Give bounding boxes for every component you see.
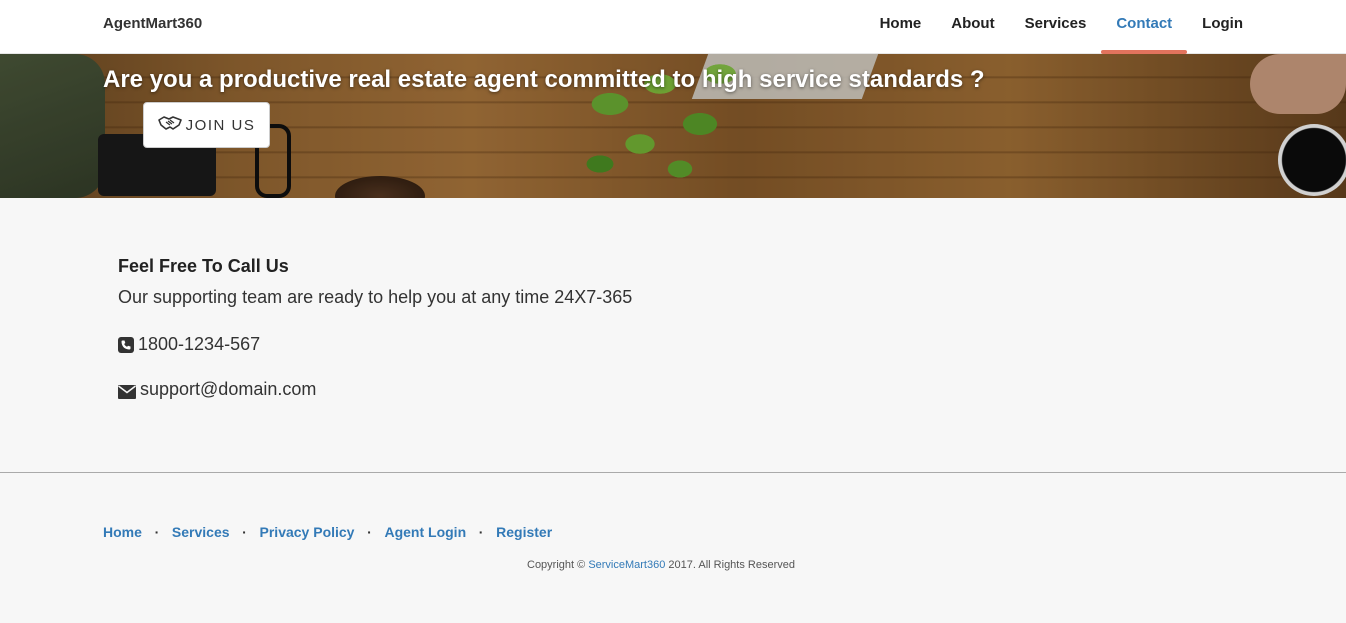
contact-tagline: Our supporting team are ready to help yo… <box>118 287 633 307</box>
footer-separator: · <box>154 524 160 540</box>
join-us-label: JOIN US <box>185 116 256 134</box>
footer-separator: · <box>242 524 247 540</box>
hero-title: Are you a productive real estate agent c… <box>103 66 985 93</box>
nav-item-about[interactable]: About <box>936 0 1009 54</box>
phone-icon <box>118 336 134 353</box>
contact-heading: Feel Free To Call Us <box>118 256 289 276</box>
footer-link-home[interactable]: Home <box>103 524 142 540</box>
contact-phone-number[interactable]: 1800-1234-567 <box>138 334 260 355</box>
contact-email-address[interactable]: support@domain.com <box>140 379 316 400</box>
copyright-brand-link[interactable]: ServiceMart360 <box>588 559 665 571</box>
nav-item-services[interactable]: Services <box>1010 0 1102 54</box>
brand-logo[interactable]: AgentMart360 <box>103 15 202 32</box>
footer-link-agent-login[interactable]: Agent Login <box>384 524 466 540</box>
join-us-button[interactable]: JOIN US <box>143 102 270 148</box>
nav-item-login[interactable]: Login <box>1187 0 1258 54</box>
footer-separator: · <box>478 524 484 540</box>
top-navbar: AgentMart360 Home About Services Contact… <box>0 0 1346 54</box>
copyright-prefix: Copyright © <box>527 559 586 571</box>
handshake-icon <box>157 114 182 136</box>
contact-email: support@domain.com <box>118 379 316 400</box>
envelope-icon <box>118 383 136 399</box>
footer-link-privacy-policy[interactable]: Privacy Policy <box>260 524 355 540</box>
nav-item-home[interactable]: Home <box>865 0 937 54</box>
main-nav: Home About Services Contact Login <box>865 0 1258 54</box>
footer-link-register[interactable]: Register <box>496 524 552 540</box>
contact-phone: 1800-1234-567 <box>118 334 260 355</box>
footer-link-services[interactable]: Services <box>172 524 230 540</box>
copyright-suffix: 2017. All Rights Reserved <box>668 559 795 571</box>
footer-divider <box>0 472 1346 473</box>
nav-item-contact[interactable]: Contact <box>1101 0 1188 54</box>
footer-separator: · <box>367 524 372 540</box>
footer-links: Home · Services · Privacy Policy · Agent… <box>103 524 552 540</box>
hero-banner: Are you a productive real estate agent c… <box>0 54 1346 198</box>
contact-section: Feel Free To Call Us Our supporting team… <box>118 256 633 399</box>
